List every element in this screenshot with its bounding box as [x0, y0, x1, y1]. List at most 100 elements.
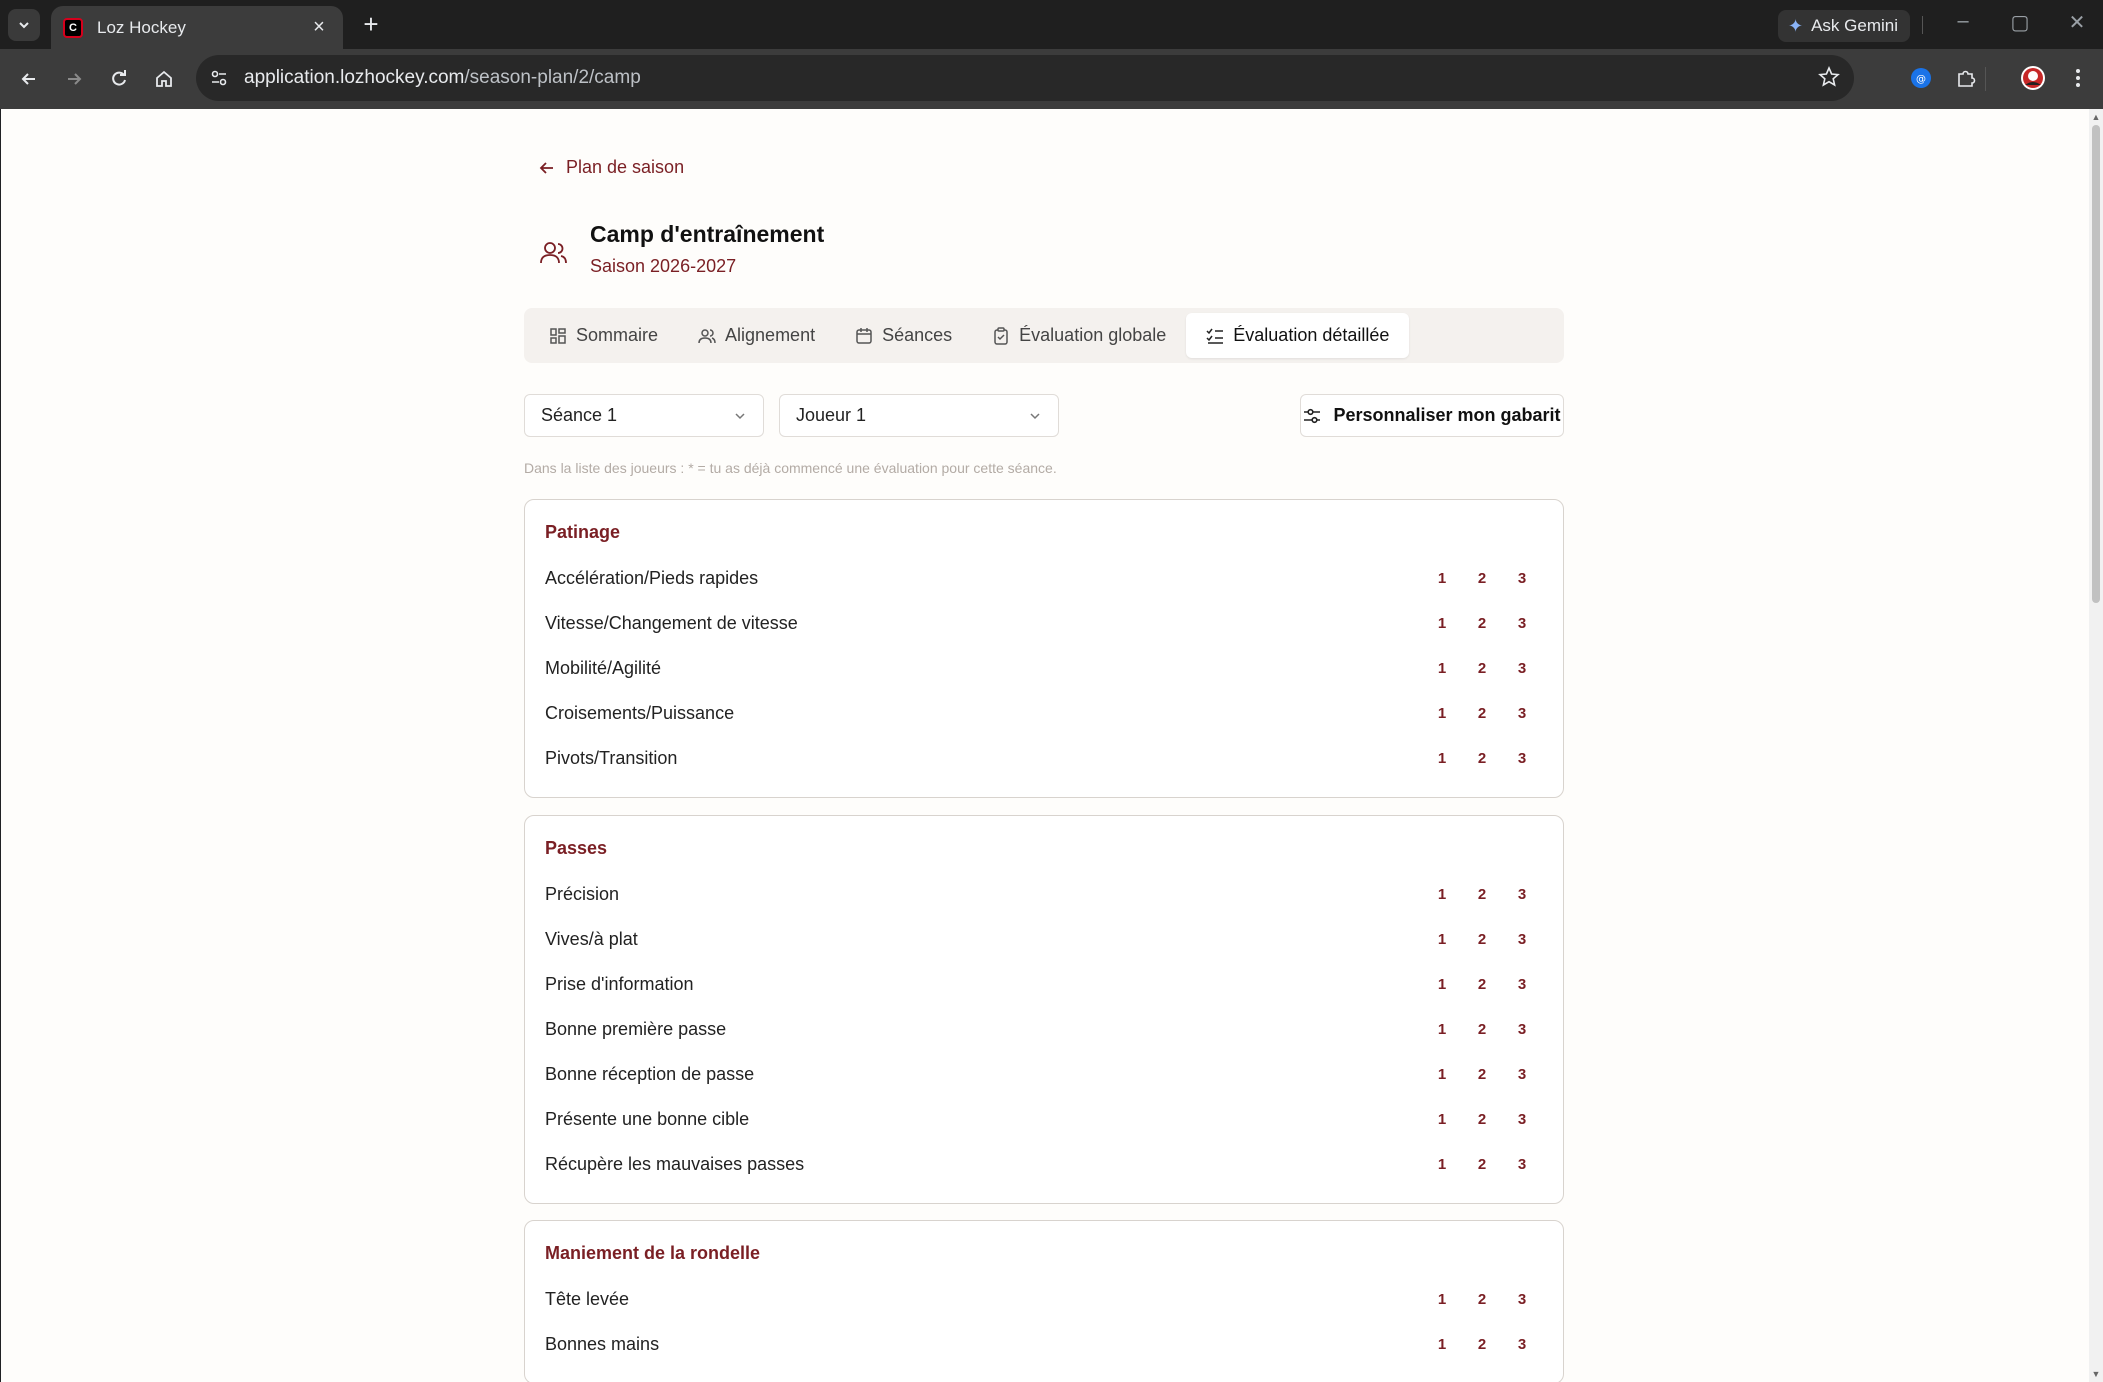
score-option-2[interactable]: 2: [1475, 705, 1489, 722]
browser-tab[interactable]: C Loz Hockey ×: [51, 6, 343, 49]
score-option-3[interactable]: 3: [1515, 976, 1529, 993]
new-tab-button[interactable]: +: [356, 10, 386, 40]
player-select[interactable]: Joueur 1: [779, 394, 1059, 437]
score-option-1[interactable]: 1: [1435, 1336, 1449, 1353]
criterion-row: Récupère les mauvaises passes 1 2 3: [545, 1142, 1543, 1187]
back-button[interactable]: [11, 61, 47, 97]
browser-tabstrip: C Loz Hockey × + ✦ Ask Gemini – ▢ ✕: [0, 0, 2103, 49]
home-button[interactable]: [146, 61, 182, 97]
back-to-season-plan-link[interactable]: Plan de saison: [538, 157, 684, 178]
chevron-down-icon: [1030, 412, 1040, 419]
page-viewport: Plan de saison Camp d'entraînement Saiso…: [1, 109, 2089, 1382]
score-option-3[interactable]: 3: [1515, 1021, 1529, 1038]
score-option-3[interactable]: 3: [1515, 750, 1529, 767]
criterion-row: Précision 1 2 3: [545, 872, 1543, 917]
score-option-1[interactable]: 1: [1435, 570, 1449, 587]
reload-icon: [112, 70, 126, 86]
score-option-1[interactable]: 1: [1435, 1156, 1449, 1173]
score-option-2[interactable]: 2: [1475, 1066, 1489, 1083]
home-icon: [156, 70, 172, 87]
tab-evaluation-detaillee[interactable]: Évaluation détaillée: [1186, 313, 1410, 358]
score-option-1[interactable]: 1: [1435, 1111, 1449, 1128]
score-option-2[interactable]: 2: [1475, 1156, 1489, 1173]
criterion-row: Vives/à plat 1 2 3: [545, 917, 1543, 962]
scroll-thumb[interactable]: [2092, 125, 2100, 603]
score-option-3[interactable]: 3: [1515, 1291, 1529, 1308]
criterion-label: Prise d'information: [545, 974, 694, 994]
address-bar[interactable]: application.lozhockey.com/season-plan/2/…: [196, 55, 1854, 101]
forward-button[interactable]: [56, 61, 92, 97]
score-option-2[interactable]: 2: [1475, 931, 1489, 948]
tab-search-button[interactable]: [8, 9, 40, 41]
score-option-1[interactable]: 1: [1435, 705, 1449, 722]
ask-gemini-button[interactable]: ✦ Ask Gemini: [1778, 10, 1910, 42]
score-option-2[interactable]: 2: [1475, 660, 1489, 677]
score-option-1[interactable]: 1: [1435, 1291, 1449, 1308]
score-option-3[interactable]: 3: [1515, 1066, 1529, 1083]
close-tab-icon[interactable]: ×: [307, 16, 331, 39]
score-option-1[interactable]: 1: [1435, 886, 1449, 903]
score-option-3[interactable]: 3: [1515, 931, 1529, 948]
score-option-1[interactable]: 1: [1435, 931, 1449, 948]
score-option-3[interactable]: 3: [1515, 1336, 1529, 1353]
tab-label: Évaluation globale: [1019, 325, 1167, 345]
tab-sommaire[interactable]: Sommaire: [529, 313, 678, 358]
scroll-down-arrow-icon[interactable]: ▼: [2091, 1369, 2101, 1379]
score-option-1[interactable]: 1: [1435, 976, 1449, 993]
extensions-puzzle-icon[interactable]: [1951, 63, 1981, 93]
score-option-2[interactable]: 2: [1475, 570, 1489, 587]
customize-template-button[interactable]: Personnaliser mon gabarit: [1300, 394, 1564, 437]
page-scrollbar[interactable]: ▲ ▼: [2089, 109, 2103, 1382]
criterion-label: Vitesse/Changement de vitesse: [545, 613, 798, 633]
criterion-row: Mobilité/Agilité 1 2 3: [545, 646, 1543, 691]
tab-label: Sommaire: [576, 325, 659, 345]
score-options: 1 2 3: [1435, 750, 1529, 767]
criterion-row: Présente une bonne cible 1 2 3: [545, 1097, 1543, 1142]
score-option-1[interactable]: 1: [1435, 750, 1449, 767]
score-option-3[interactable]: 3: [1515, 615, 1529, 632]
maximize-window-icon[interactable]: ▢: [2000, 10, 2040, 35]
criterion-label: Précision: [545, 884, 620, 904]
score-option-2[interactable]: 2: [1475, 1021, 1489, 1038]
tab-evaluation-globale[interactable]: Évaluation globale: [972, 313, 1186, 358]
tab-alignement[interactable]: Alignement: [678, 313, 835, 358]
score-option-2[interactable]: 2: [1475, 976, 1489, 993]
reload-button[interactable]: [101, 61, 137, 97]
score-option-2[interactable]: 2: [1475, 750, 1489, 767]
score-option-3[interactable]: 3: [1515, 1156, 1529, 1173]
score-option-3[interactable]: 3: [1515, 1111, 1529, 1128]
profile-avatar[interactable]: [2018, 63, 2048, 93]
session-select[interactable]: Séance 1: [524, 394, 764, 437]
score-option-3[interactable]: 3: [1515, 660, 1529, 677]
tab-title: Loz Hockey: [97, 17, 186, 37]
score-option-1[interactable]: 1: [1435, 660, 1449, 677]
site-info-icon[interactable]: [210, 69, 228, 87]
score-option-3[interactable]: 3: [1515, 570, 1529, 587]
arrow-left-icon: [21, 73, 35, 85]
tab-seances[interactable]: Séances: [835, 313, 972, 358]
score-option-2[interactable]: 2: [1475, 886, 1489, 903]
tab-label: Évaluation détaillée: [1233, 325, 1390, 345]
scroll-up-arrow-icon[interactable]: ▲: [2091, 112, 2101, 122]
close-window-icon[interactable]: ✕: [2057, 10, 2097, 35]
browser-menu-icon[interactable]: [2063, 63, 2093, 93]
score-options: 1 2 3: [1435, 705, 1529, 722]
score-option-3[interactable]: 3: [1515, 705, 1529, 722]
criterion-label: Présente une bonne cible: [545, 1109, 750, 1129]
extension-badge-icon[interactable]: @: [1906, 63, 1936, 93]
score-option-3[interactable]: 3: [1515, 886, 1529, 903]
score-options: 1 2 3: [1435, 570, 1529, 587]
minimize-window-icon[interactable]: –: [1943, 10, 1983, 33]
score-option-2[interactable]: 2: [1475, 1336, 1489, 1353]
score-option-2[interactable]: 2: [1475, 1291, 1489, 1308]
bookmark-star-icon[interactable]: [1818, 65, 1840, 93]
score-option-2[interactable]: 2: [1475, 615, 1489, 632]
arrow-left-icon: [539, 161, 553, 174]
score-option-1[interactable]: 1: [1435, 1021, 1449, 1038]
criteria-section-title: Maniement de la rondelle: [545, 1243, 761, 1263]
score-options: 1 2 3: [1435, 1156, 1529, 1173]
score-option-2[interactable]: 2: [1475, 1111, 1489, 1128]
score-option-1[interactable]: 1: [1435, 1066, 1449, 1083]
back-link-label: Plan de saison: [566, 157, 685, 177]
score-option-1[interactable]: 1: [1435, 615, 1449, 632]
